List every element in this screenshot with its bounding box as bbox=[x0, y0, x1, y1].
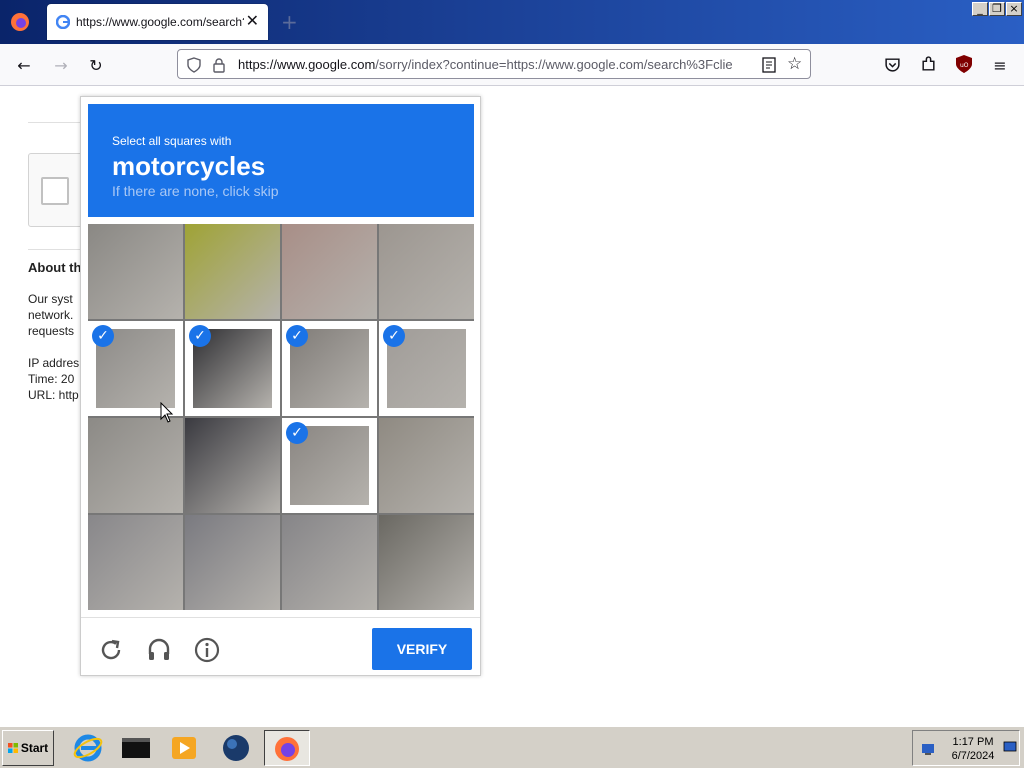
clock[interactable]: 1:17 PM 6/7/2024 bbox=[945, 735, 1001, 763]
challenge-footer: VERIFY bbox=[81, 617, 480, 675]
body-line-1: Our syst bbox=[28, 292, 73, 306]
captcha-tile-image bbox=[282, 224, 377, 319]
captcha-tile[interactable] bbox=[88, 515, 183, 610]
internet-explorer-icon[interactable] bbox=[71, 731, 105, 765]
restore-button[interactable]: ❐ bbox=[989, 2, 1005, 16]
show-desktop-icon[interactable] bbox=[1003, 740, 1017, 754]
start-label: Start bbox=[20, 741, 49, 755]
firefox-icon bbox=[275, 737, 299, 761]
close-window-button[interactable]: × bbox=[1006, 2, 1022, 16]
captcha-tile[interactable] bbox=[379, 515, 474, 610]
tab-google-search[interactable]: https://www.google.com/search?c ✕ bbox=[47, 4, 268, 40]
body-line-3: requests bbox=[28, 324, 75, 338]
pocket-icon[interactable] bbox=[884, 56, 901, 73]
image-grid: ✓ ✓ ✓ ✓ ✓ bbox=[88, 224, 474, 610]
network-globe-icon[interactable] bbox=[219, 731, 253, 765]
new-tab-icon[interactable]: + bbox=[281, 10, 298, 34]
captcha-tile[interactable] bbox=[185, 515, 280, 610]
hamburger-menu-icon[interactable]: ≡ bbox=[987, 52, 1013, 78]
url-domain: https://www.google.com bbox=[238, 57, 376, 72]
captcha-tile-image bbox=[379, 418, 474, 513]
captcha-tile-image bbox=[88, 418, 183, 513]
captcha-tile-image bbox=[88, 224, 183, 319]
challenge-instruction: Select all squares with bbox=[112, 134, 232, 148]
network-tray-icon[interactable] bbox=[919, 740, 937, 758]
tile-selected-check-icon: ✓ bbox=[286, 422, 308, 444]
captcha-tile-image bbox=[379, 224, 474, 319]
divider bbox=[28, 122, 88, 123]
captcha-tile-image bbox=[379, 515, 474, 610]
captcha-tile[interactable] bbox=[379, 224, 474, 319]
url-text[interactable]: https://www.google.com/sorry/index?conti… bbox=[238, 57, 748, 72]
terminal-icon[interactable] bbox=[119, 731, 153, 765]
help-info-icon[interactable] bbox=[193, 636, 221, 664]
firefox-menu-icon[interactable] bbox=[8, 10, 32, 34]
recaptcha-checkbox[interactable] bbox=[41, 177, 69, 205]
forward-icon[interactable]: → bbox=[48, 52, 74, 78]
google-favicon-icon bbox=[56, 15, 70, 29]
captcha-tile[interactable] bbox=[282, 515, 377, 610]
captcha-tile[interactable] bbox=[185, 418, 280, 513]
challenge-header: Select all squares with motorcycles If t… bbox=[88, 104, 474, 217]
extensions-icon[interactable] bbox=[920, 56, 937, 73]
url-label: URL: http bbox=[28, 388, 79, 402]
svg-text:uO: uO bbox=[960, 62, 969, 69]
system-tray: 1:17 PM 6/7/2024 bbox=[912, 730, 1020, 766]
tile-selected-check-icon: ✓ bbox=[92, 325, 114, 347]
challenge-target: motorcycles bbox=[112, 151, 266, 181]
tile-selected-check-icon: ✓ bbox=[383, 325, 405, 347]
taskbar: Start 1:17 PM 6/7/2024 bbox=[0, 726, 1024, 768]
verify-button[interactable]: VERIFY bbox=[372, 628, 472, 670]
audio-challenge-icon[interactable] bbox=[145, 636, 173, 664]
captcha-tile[interactable] bbox=[88, 224, 183, 319]
bookmark-star-icon[interactable]: ☆ bbox=[787, 54, 802, 74]
tab-title: https://www.google.com/search?c bbox=[76, 15, 244, 29]
ublock-origin-icon[interactable]: uO bbox=[956, 55, 972, 73]
tab-close-icon[interactable]: ✕ bbox=[246, 11, 259, 30]
url-bar[interactable]: https://www.google.com/sorry/index?conti… bbox=[177, 49, 811, 79]
captcha-tile[interactable] bbox=[88, 418, 183, 513]
windows-logo-icon bbox=[7, 743, 18, 753]
mouse-cursor-icon bbox=[160, 402, 174, 423]
reload-icon[interactable]: ↻ bbox=[83, 52, 109, 78]
navigation-toolbar: ← → ↻ https://www.google.com/sorry/index… bbox=[0, 44, 1024, 86]
divider bbox=[28, 249, 88, 250]
clock-date: 6/7/2024 bbox=[951, 750, 995, 762]
lock-icon[interactable] bbox=[212, 57, 226, 73]
tracking-shield-icon[interactable] bbox=[186, 57, 202, 73]
back-icon[interactable]: ← bbox=[11, 52, 37, 78]
body-line-2: network. bbox=[28, 308, 74, 322]
about-heading: About th bbox=[28, 260, 82, 275]
captcha-tile[interactable]: ✓ bbox=[379, 321, 474, 416]
captcha-tile[interactable]: ✓ bbox=[282, 418, 377, 513]
captcha-tile-image bbox=[185, 224, 280, 319]
reload-challenge-icon[interactable] bbox=[97, 636, 125, 664]
captcha-tile[interactable] bbox=[185, 224, 280, 319]
reader-view-icon[interactable] bbox=[762, 57, 776, 73]
recaptcha-anchor-box bbox=[28, 153, 88, 227]
captcha-tile[interactable]: ✓ bbox=[185, 321, 280, 416]
minimize-button[interactable]: _ bbox=[972, 2, 988, 16]
challenge-hint: If there are none, click skip bbox=[112, 183, 279, 199]
captcha-tile-image bbox=[282, 515, 377, 610]
captcha-tile[interactable]: ✓ bbox=[282, 321, 377, 416]
ip-address-label: IP addres bbox=[28, 356, 80, 370]
captcha-tile[interactable] bbox=[379, 418, 474, 513]
window-titlebar: https://www.google.com/search?c ✕ + _ ❐ … bbox=[0, 0, 1024, 44]
captcha-tile-image bbox=[185, 515, 280, 610]
recaptcha-challenge: Select all squares with motorcycles If t… bbox=[80, 96, 481, 676]
captcha-tile-image bbox=[185, 418, 280, 513]
url-path: /sorry/index?continue=https://www.google… bbox=[375, 57, 733, 72]
tile-selected-check-icon: ✓ bbox=[189, 325, 211, 347]
tile-selected-check-icon: ✓ bbox=[286, 325, 308, 347]
captcha-tile[interactable] bbox=[282, 224, 377, 319]
time-label: Time: 20 bbox=[28, 372, 75, 386]
start-button[interactable]: Start bbox=[2, 730, 54, 766]
firefox-taskbar-button[interactable] bbox=[264, 730, 310, 766]
captcha-tile-image bbox=[88, 515, 183, 610]
media-player-icon[interactable] bbox=[167, 731, 201, 765]
clock-time: 1:17 PM bbox=[952, 736, 994, 748]
